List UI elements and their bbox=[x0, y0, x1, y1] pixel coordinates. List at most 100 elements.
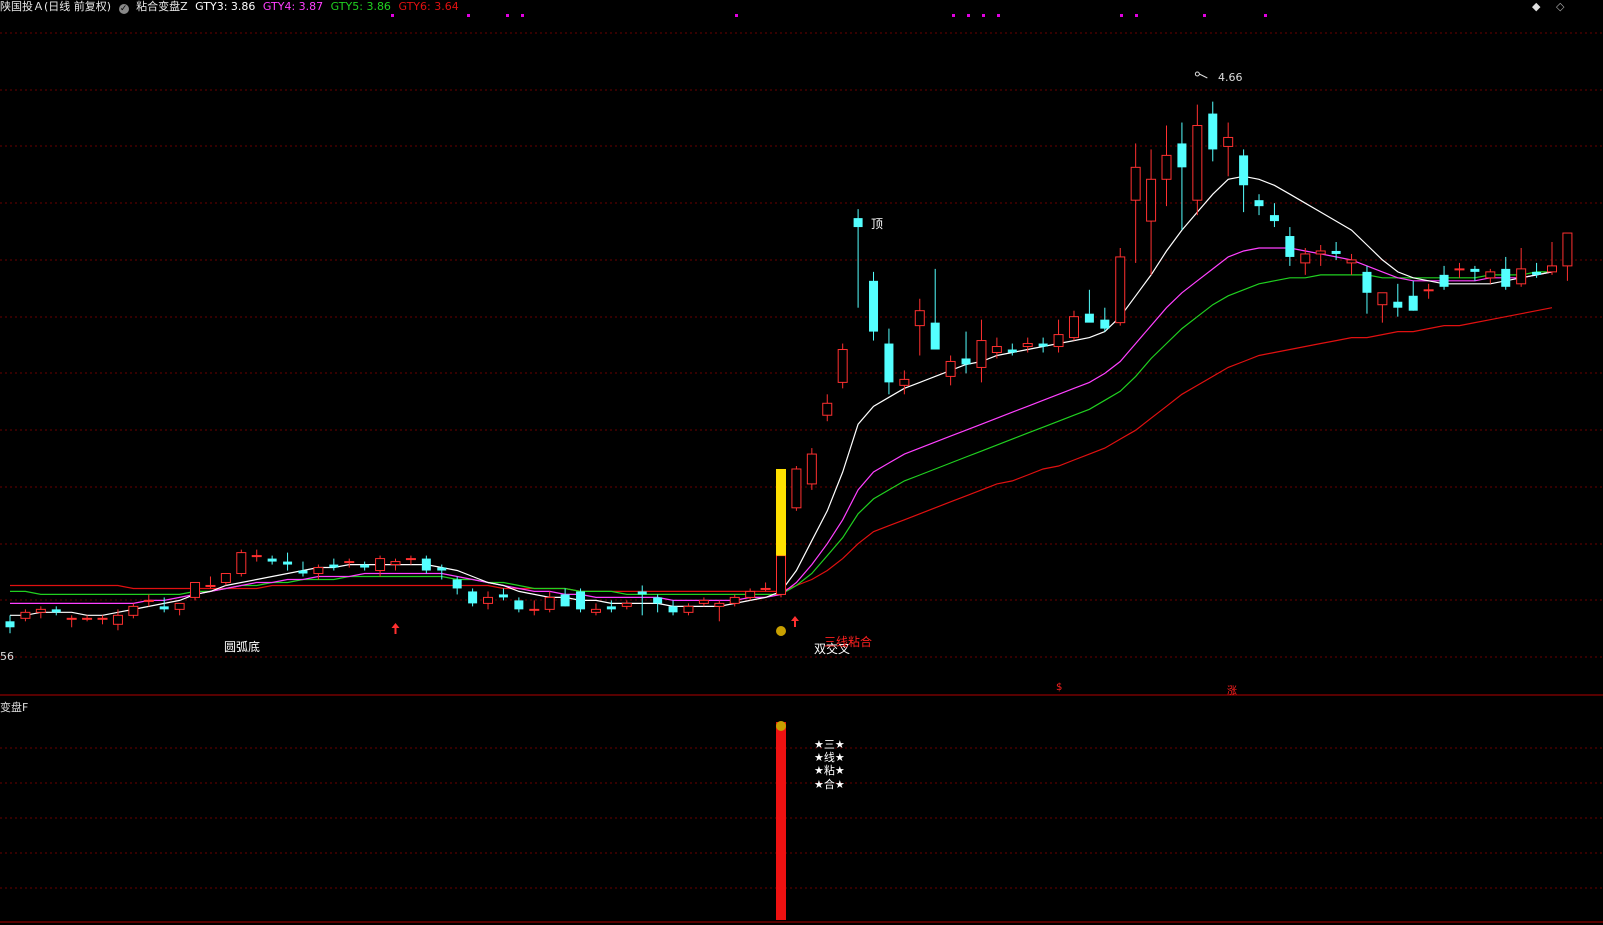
candle-body bbox=[991, 346, 1002, 354]
candle-body bbox=[20, 611, 31, 619]
candle-body bbox=[437, 567, 447, 571]
candle-body bbox=[452, 579, 462, 589]
candle-body bbox=[390, 561, 401, 566]
star-label-3: ★粘★ bbox=[814, 764, 845, 777]
rise-marker: 涨 bbox=[1227, 686, 1237, 697]
candle bbox=[930, 268, 940, 350]
candle-body bbox=[514, 600, 524, 610]
candle bbox=[869, 271, 879, 341]
candle-body bbox=[1439, 274, 1449, 287]
signal-dot bbox=[735, 14, 738, 17]
candle-body bbox=[283, 561, 293, 565]
candle bbox=[590, 603, 601, 616]
candle bbox=[1362, 265, 1372, 314]
diamond-filled-icon[interactable]: ◆ bbox=[1532, 0, 1540, 13]
candle bbox=[190, 581, 201, 601]
signal-dot bbox=[521, 14, 524, 17]
candle-body bbox=[914, 310, 925, 327]
candle bbox=[1423, 283, 1434, 299]
candle-body bbox=[961, 358, 971, 365]
gty4-readout: GTY4: 3.87 bbox=[262, 0, 324, 13]
candle-body bbox=[806, 453, 817, 485]
candle-body bbox=[1223, 136, 1234, 147]
candle bbox=[884, 328, 894, 395]
candle bbox=[914, 298, 925, 356]
candle bbox=[1130, 143, 1141, 263]
candle-body bbox=[1239, 155, 1249, 186]
candle bbox=[344, 558, 355, 568]
candle-body bbox=[483, 596, 494, 604]
candle-body bbox=[1331, 250, 1341, 254]
top-annotation: 顶 bbox=[871, 217, 884, 231]
candle-body bbox=[1408, 295, 1418, 311]
candle bbox=[236, 549, 247, 577]
candle bbox=[283, 552, 293, 571]
candle bbox=[143, 594, 154, 607]
candle bbox=[1161, 125, 1172, 207]
candle bbox=[1053, 319, 1064, 353]
candle-body bbox=[1115, 256, 1126, 324]
dollar-marker: $ bbox=[1056, 682, 1063, 693]
candle-body bbox=[869, 280, 879, 332]
candle bbox=[51, 606, 61, 616]
candle-body bbox=[360, 564, 370, 568]
indicator-header: 陕国投Ａ(日线 前复权) ✓ 粘合变盘Z GTY3: 3.86 GTY4: 3.… bbox=[0, 0, 1603, 14]
candle-body bbox=[1161, 154, 1172, 180]
candle bbox=[251, 549, 262, 562]
candle bbox=[498, 588, 508, 601]
candle bbox=[205, 576, 216, 589]
indicator-name[interactable]: 粘合变盘Z bbox=[136, 0, 188, 13]
candle-body bbox=[112, 614, 123, 625]
candle bbox=[82, 615, 93, 622]
candle bbox=[683, 603, 694, 616]
candle bbox=[1547, 242, 1557, 275]
candle bbox=[776, 552, 786, 598]
candle-body bbox=[791, 468, 802, 509]
candle-body bbox=[405, 558, 416, 561]
signal-dot bbox=[1264, 14, 1267, 17]
candle-body bbox=[35, 608, 46, 613]
candle bbox=[405, 555, 416, 565]
up-arrow-icon bbox=[791, 616, 799, 627]
signal-dot bbox=[467, 14, 470, 17]
candle-body bbox=[190, 581, 201, 598]
candle bbox=[1408, 280, 1418, 311]
candle-body bbox=[1208, 113, 1218, 150]
settings-gear-icon[interactable]: ✓ bbox=[118, 4, 129, 14]
candle-body bbox=[683, 605, 694, 613]
candle-body bbox=[1068, 316, 1079, 339]
candle-body bbox=[668, 606, 678, 613]
candle-body bbox=[251, 555, 262, 558]
stock-title[interactable]: 陕国投Ａ(日线 前复权) bbox=[0, 0, 111, 13]
arc-bottom-annotation: 圆弧底 bbox=[224, 640, 261, 654]
candle-body bbox=[375, 558, 386, 572]
candle bbox=[560, 588, 570, 607]
candle bbox=[1346, 253, 1357, 275]
candle bbox=[66, 615, 77, 628]
candle-body bbox=[1423, 289, 1434, 292]
candle-body bbox=[899, 378, 910, 386]
candle-body bbox=[1485, 271, 1496, 279]
diamond-outline-icon[interactable]: ◇ bbox=[1556, 0, 1564, 13]
candle-body bbox=[1532, 271, 1542, 275]
candle-body bbox=[837, 349, 848, 383]
signal-dot bbox=[1203, 14, 1206, 17]
candle-body bbox=[205, 584, 216, 587]
signal-dot bbox=[391, 14, 394, 17]
candle bbox=[544, 591, 555, 613]
candle-body bbox=[421, 558, 431, 571]
candle-body bbox=[1022, 343, 1033, 348]
kline-chart[interactable] bbox=[0, 0, 1603, 925]
candle-body bbox=[1084, 313, 1094, 323]
candle bbox=[421, 555, 431, 574]
candle-body bbox=[698, 599, 709, 604]
candle-body bbox=[1315, 250, 1326, 255]
candle-body bbox=[1269, 215, 1279, 222]
signal-dot bbox=[1135, 14, 1138, 17]
candle-body bbox=[1346, 259, 1357, 264]
candle bbox=[1100, 307, 1110, 332]
candle-body bbox=[1562, 232, 1573, 267]
candle bbox=[390, 558, 401, 571]
candle bbox=[668, 600, 678, 616]
candle-body bbox=[590, 608, 601, 613]
